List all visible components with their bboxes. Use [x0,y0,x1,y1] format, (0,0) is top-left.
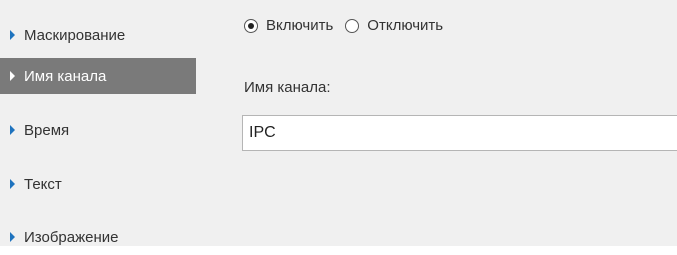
sidebar: Маскирование Имя канала Время Текст Изоб… [0,0,196,246]
sidebar-item-label: Маскирование [24,26,126,44]
radio-selected-dot [248,22,254,29]
sidebar-item-label: Изображение [24,228,119,246]
sidebar-item-label: Время [24,121,70,139]
disable-radio[interactable] [345,18,360,33]
sidebar-item-text[interactable]: Текст [0,166,196,202]
channel-name-panel: Включить Отключить Имя канала: [196,0,677,246]
chevron-right-icon [10,125,15,135]
chevron-right-icon [10,179,15,189]
sidebar-item-image[interactable]: Изображение [0,219,196,255]
enable-radio-label[interactable]: Включить [266,17,333,34]
channel-name-label: Имя канала: [244,79,331,96]
enable-radio[interactable] [244,18,258,33]
sidebar-item-label: Текст [24,175,62,193]
sidebar-item-time[interactable]: Время [0,112,196,148]
mode-radio-group: Включить Отключить [244,17,455,34]
chevron-right-icon [10,232,15,242]
channel-name-input[interactable] [242,115,677,151]
sidebar-item-masking[interactable]: Маскирование [0,17,196,53]
chevron-right-icon [10,30,15,40]
sidebar-item-label: Имя канала [24,67,107,85]
disable-radio-label[interactable]: Отключить [367,17,443,34]
chevron-right-icon [10,71,15,81]
sidebar-item-channel-name[interactable]: Имя канала [0,58,196,94]
